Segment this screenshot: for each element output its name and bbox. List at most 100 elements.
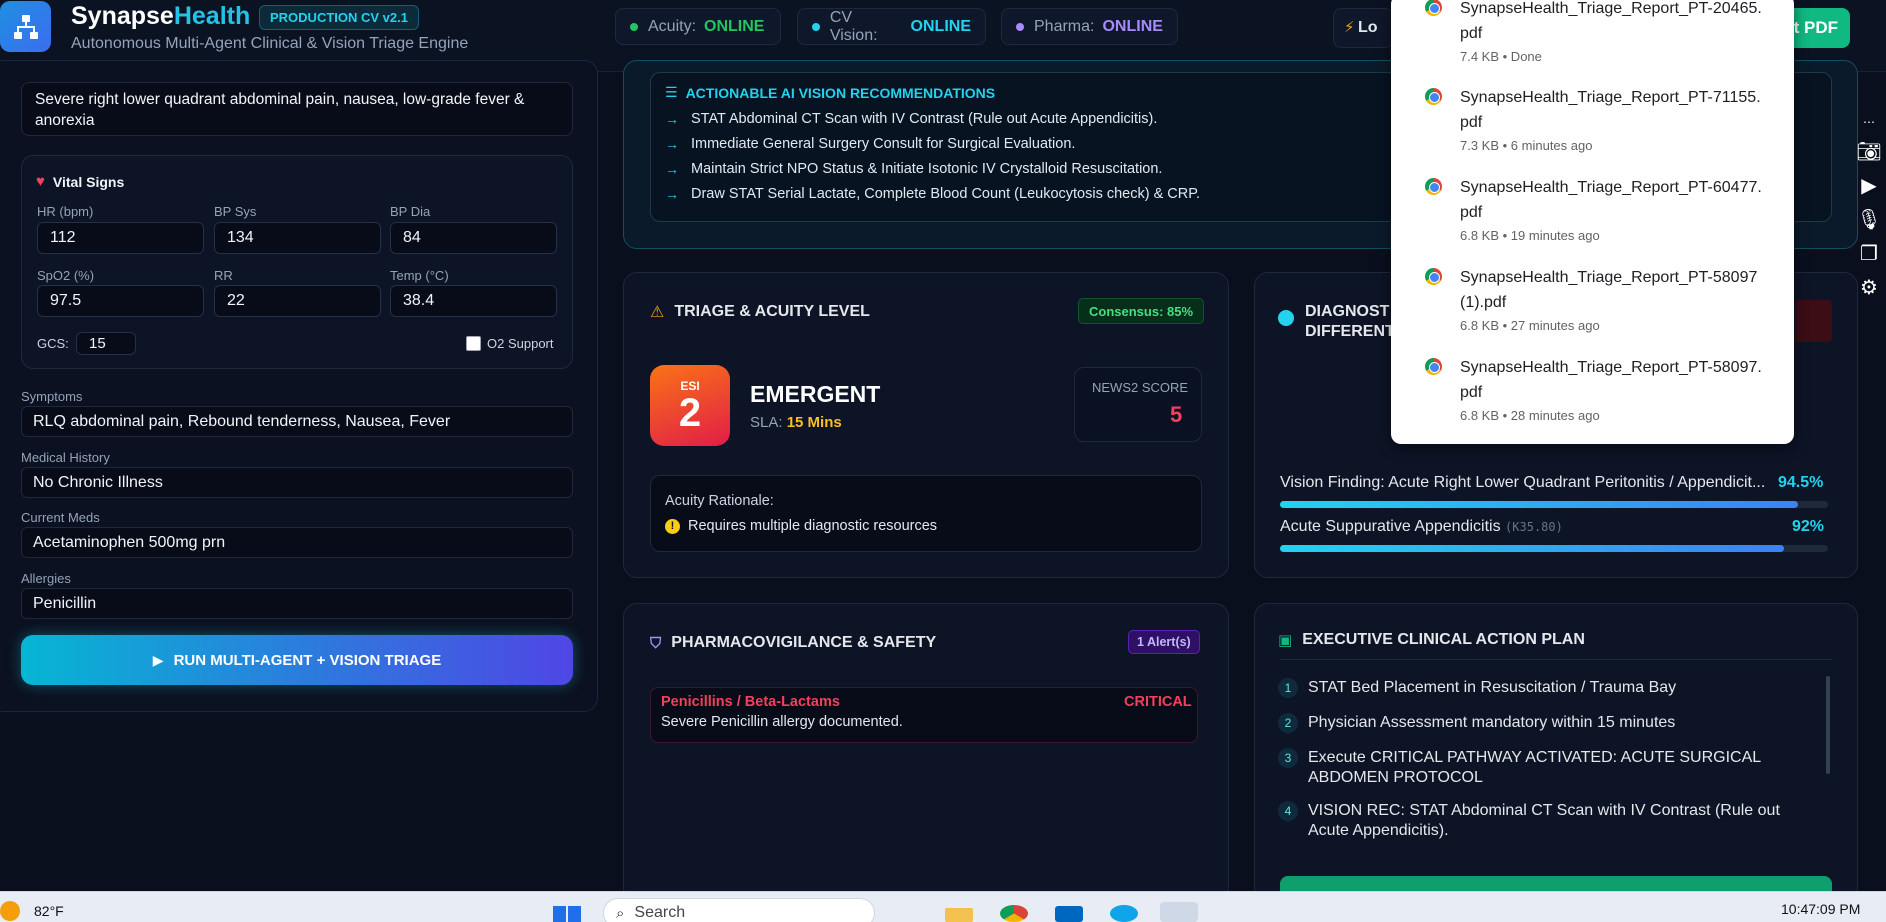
load-button[interactable]: ⚡ Lo xyxy=(1333,8,1393,48)
alert-count-badge: 1 Alert(s) xyxy=(1128,630,1200,654)
vital-signs-title: ♥ Vital Signs xyxy=(36,173,125,190)
diagnosis-bar-track xyxy=(1280,501,1828,508)
vision-recommendations-title: ☰ ACTIONABLE AI VISION RECOMMENDATIONS xyxy=(665,84,996,101)
temp-input[interactable]: 38.4 xyxy=(390,285,557,317)
acuity-rationale-box xyxy=(650,475,1202,552)
vital-label-spo2: SpO2 (%) xyxy=(37,268,95,283)
store-icon[interactable] xyxy=(1055,906,1083,922)
edge-icon[interactable] xyxy=(1110,905,1138,922)
vital-label-bp-sys: BP Sys xyxy=(214,204,257,219)
warning-icon: ⚠ xyxy=(650,304,665,321)
consensus-badge: Consensus: 85% xyxy=(1078,298,1205,324)
symptoms-label: Symptoms xyxy=(21,389,83,404)
news2-label: NEWS2 SCORE xyxy=(1092,380,1189,395)
drug-class: Penicillins / Beta-Lactams xyxy=(661,694,840,710)
microphone-icon[interactable]: 🎙︎ xyxy=(1856,207,1881,231)
symptoms-input[interactable]: RLQ abdominal pain, Rebound tenderness, … xyxy=(21,406,573,437)
plan-item: 4 VISION REC: STAT Abdominal CT Scan with… xyxy=(1278,801,1798,841)
diagnosis-confidence: 94.5% xyxy=(1778,474,1824,491)
download-item[interactable]: SynapseHealth_Triage_Report_PT-71155. pd… xyxy=(1425,85,1785,153)
gcs-input[interactable]: 15 xyxy=(76,332,136,355)
medical-history-input[interactable]: No Chronic Illness xyxy=(21,467,573,498)
arrow-right-icon: → xyxy=(665,186,679,202)
network-icon xyxy=(13,14,38,39)
triage-card-title: ⚠ TRIAGE & ACUITY LEVEL xyxy=(650,303,870,321)
gear-icon[interactable]: ⚙ xyxy=(1857,275,1881,299)
plan-item: 1 STAT Bed Placement in Resuscitation / T… xyxy=(1278,678,1848,698)
status-dot-icon xyxy=(630,22,638,31)
vital-label-temp: Temp (°C) xyxy=(390,268,449,283)
esi-level-badge: ESI 2 xyxy=(650,365,730,446)
spo2-input[interactable]: 97.5 xyxy=(37,285,204,317)
bp-dia-input[interactable]: 84 xyxy=(390,222,557,254)
camera-icon[interactable]: 📷︎ xyxy=(1856,139,1881,163)
plan-item: 2 Physician Assessment mandatory within 1… xyxy=(1278,713,1848,733)
more-icon[interactable]: ⋯ xyxy=(1857,115,1881,129)
current-meds-input[interactable]: Acetaminophen 500mg prn xyxy=(21,527,573,558)
arrow-right-icon: → xyxy=(665,161,679,177)
brain-icon xyxy=(1278,310,1294,326)
pharma-card-title: ⛉ PHARMACOVIGILANCE & SAFETY xyxy=(650,634,937,652)
arrow-right-icon: → xyxy=(665,111,679,127)
diagnosis-bar-track xyxy=(1280,545,1828,552)
recommendation-item: → STAT Abdominal CT Scan with IV Contrast… xyxy=(665,111,1158,127)
gcs-label: GCS: xyxy=(37,336,69,351)
download-item[interactable]: SynapseHealth_Triage_Report_PT-58097 (1)… xyxy=(1425,265,1785,333)
diagnosis-bar-fill xyxy=(1280,501,1798,508)
vital-label-bp-dia: BP Dia xyxy=(390,204,431,219)
alert-description: Severe Penicillin allergy documented. xyxy=(661,714,903,730)
rationale-item: ! Requires multiple diagnostic resources xyxy=(665,518,937,534)
chrome-icon xyxy=(1425,358,1442,375)
agent-status-pharma: Pharma: ONLINE xyxy=(1001,8,1178,45)
vital-label-hr: HR (bpm) xyxy=(37,204,94,219)
arrow-right-icon: → xyxy=(665,136,679,152)
hr-input[interactable]: 112 xyxy=(37,222,204,254)
rr-input[interactable]: 22 xyxy=(214,285,381,317)
heart-pulse-icon: ♥ xyxy=(36,173,45,190)
windows-icon[interactable]: ❐ xyxy=(1857,241,1881,265)
download-item[interactable]: SynapseHealth_Triage_Report_PT-60477. pd… xyxy=(1425,175,1785,243)
checklist-icon: ☰ xyxy=(665,84,678,100)
agent-status-acuity: Acuity: ONLINE xyxy=(615,8,781,45)
sla-text: SLA: 15 Mins xyxy=(750,414,842,431)
chrome-icon xyxy=(1425,88,1442,105)
play-icon: ▶ xyxy=(152,651,164,668)
app-logo[interactable] xyxy=(0,1,51,52)
bolt-icon: ⚡ xyxy=(1344,19,1355,36)
o2-support-checkbox[interactable] xyxy=(466,336,481,351)
chief-complaint-input[interactable]: Severe right lower quadrant abdominal pa… xyxy=(21,82,573,136)
taskbar-search[interactable]: ⌕ Search xyxy=(603,898,875,922)
run-triage-button[interactable]: ▶ RUN MULTI-AGENT + VISION TRIAGE xyxy=(21,635,573,685)
vital-label-rr: RR xyxy=(214,268,233,283)
diagnosis-name: Acute Suppurative Appendicitis (K35.80) xyxy=(1280,518,1563,535)
app-subtitle: Autonomous Multi-Agent Clinical & Vision… xyxy=(71,35,469,52)
download-item[interactable]: SynapseHealth_Triage_Report_PT-20465. pd… xyxy=(1425,0,1785,64)
video-icon[interactable]: ▶ xyxy=(1857,173,1881,197)
acuity-level-text: EMERGENT xyxy=(750,381,881,407)
alert-severity: CRITICAL xyxy=(1124,694,1192,710)
chrome-icon xyxy=(1425,0,1442,16)
plan-scrollbar[interactable] xyxy=(1826,676,1830,774)
bp-sys-input[interactable]: 134 xyxy=(214,222,381,254)
version-badge: PRODUCTION CV v2.1 xyxy=(259,5,419,30)
clipboard-check-icon: ▣ xyxy=(1278,632,1293,649)
weather-temp: 82°F xyxy=(34,903,64,919)
status-dot-icon xyxy=(1016,22,1024,31)
current-meds-label: Current Meds xyxy=(21,510,100,525)
rationale-title: Acuity Rationale: xyxy=(665,493,774,509)
allergies-input[interactable]: Penicillin xyxy=(21,588,573,619)
allergies-label: Allergies xyxy=(21,571,71,586)
taskbar-clock: 10:47:09 PM xyxy=(1781,901,1861,917)
chrome-taskbar-icon[interactable] xyxy=(1000,905,1028,922)
download-item[interactable]: SynapseHealth_Triage_Report_PT-58097. pd… xyxy=(1425,355,1785,423)
brand-name: SynapseHealth xyxy=(71,2,251,30)
chrome-active-icon[interactable] xyxy=(1160,902,1198,922)
os-taskbar xyxy=(0,891,1886,922)
diagnosis-name: Vision Finding: Acute Right Lower Quadra… xyxy=(1280,474,1766,491)
weather-icon[interactable] xyxy=(0,901,20,921)
recommendation-item: → Maintain Strict NPO Status & Initiate I… xyxy=(665,161,1163,177)
windows-start-icon[interactable] xyxy=(553,906,581,922)
file-explorer-icon[interactable] xyxy=(945,908,973,922)
status-dot-icon xyxy=(812,22,820,31)
alert-circle-icon: ! xyxy=(665,518,680,534)
